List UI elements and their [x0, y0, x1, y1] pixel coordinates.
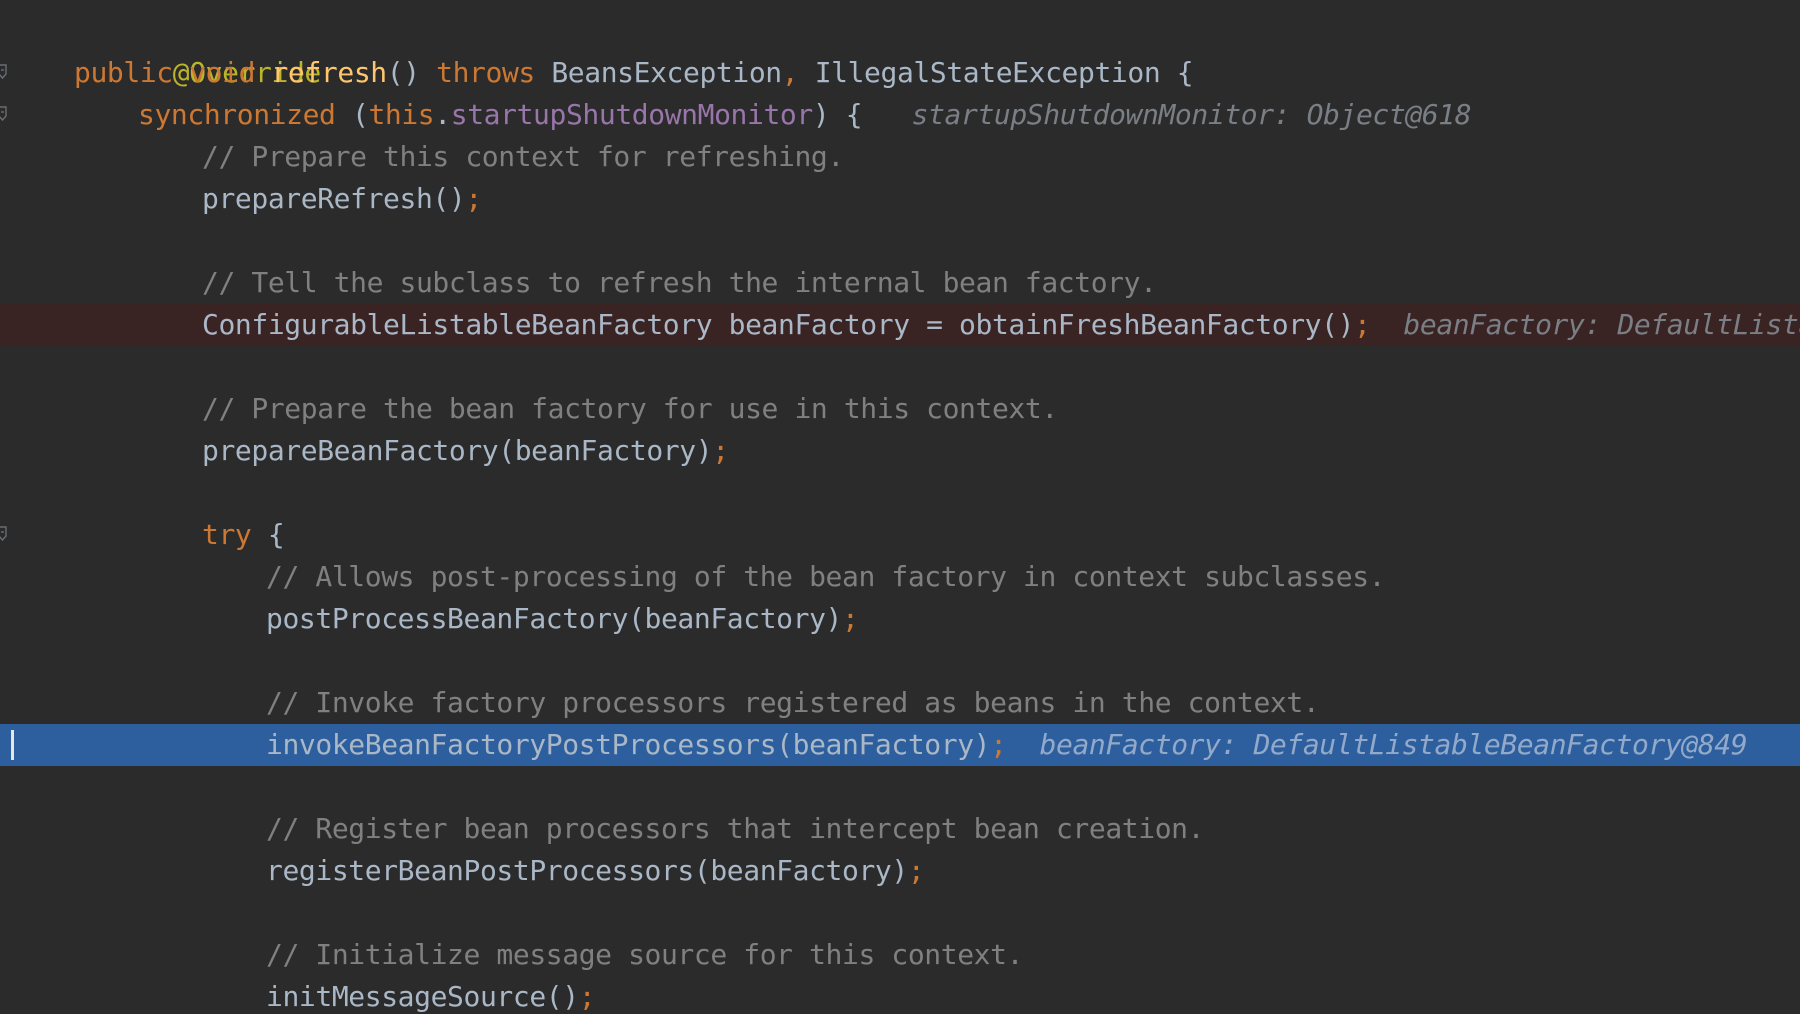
code-line-empty[interactable] [0, 766, 1800, 808]
semicolon: ; [465, 182, 482, 215]
debug-inline-value[interactable]: beanFactory: DefaultListableBeanFactory@… [1040, 728, 1748, 761]
code-line-execution-point[interactable]: invokeBeanFactoryPostProcessors(beanFact… [0, 724, 1800, 766]
code-line[interactable]: postProcessBeanFactory(beanFactory); [0, 598, 1800, 640]
semicolon: ; [907, 854, 925, 887]
code-line-empty[interactable] [0, 640, 1800, 682]
keyword-token: void [189, 56, 256, 89]
comment: // Initialize message source for this co… [266, 938, 1024, 971]
fold-icon[interactable] [0, 106, 8, 122]
field-token[interactable]: startupShutdownMonitor [451, 98, 813, 131]
brace: { [1176, 56, 1194, 89]
semicolon: ; [712, 434, 729, 467]
keyword-token: this [368, 98, 435, 131]
code-line[interactable]: // Initialize message source for this co… [0, 934, 1800, 976]
semicolon: ; [578, 980, 596, 1013]
semicolon: ; [1354, 308, 1371, 341]
dot: . [434, 98, 451, 131]
semicolon: ; [990, 728, 1007, 761]
code-line[interactable]: synchronized (this.startupShutdownMonito… [0, 94, 1800, 136]
keyword-token: throws [436, 56, 535, 89]
method-name[interactable]: refresh [272, 56, 388, 89]
code-line-breakpoint[interactable]: ConfigurableListableBeanFactory beanFact… [0, 304, 1800, 346]
method-call[interactable]: registerBeanPostProcessors(beanFactory) [266, 854, 908, 887]
code-line[interactable]: // Allows post-processing of the bean fa… [0, 556, 1800, 598]
code-line-empty[interactable] [0, 892, 1800, 934]
parenthesis: ) [812, 98, 830, 131]
brace: { [267, 518, 285, 551]
code-line[interactable]: prepareRefresh(); [0, 178, 1800, 220]
comment: // Invoke factory processors registered … [266, 686, 1320, 719]
code-line[interactable]: public void refresh() throws BeansExcept… [0, 52, 1800, 94]
method-call[interactable]: invokeBeanFactoryPostProcessors(beanFact… [266, 728, 991, 761]
code-line[interactable]: initMessageSource(); [0, 976, 1800, 1014]
comment: // Prepare the bean factory for use in t… [202, 392, 1058, 425]
code-line-empty[interactable] [0, 220, 1800, 262]
code-line[interactable]: // Prepare the bean factory for use in t… [0, 388, 1800, 430]
semicolon: ; [842, 602, 859, 635]
code-line[interactable]: try { [0, 514, 1800, 556]
text-caret [11, 730, 14, 760]
keyword-token: public [74, 56, 173, 89]
code-line[interactable]: // Register bean processors that interce… [0, 808, 1800, 850]
comment: // Allows post-processing of the bean fa… [266, 560, 1386, 593]
debug-inline-value[interactable]: beanFactory: DefaultListableBeanFactory@… [1403, 308, 1800, 341]
statement[interactable]: ConfigurableListableBeanFactory beanFact… [202, 308, 1354, 341]
brace: { [845, 98, 863, 131]
keyword-token: try [202, 518, 252, 551]
exception-type[interactable]: IllegalStateException [815, 56, 1161, 89]
code-line-empty[interactable] [0, 346, 1800, 388]
code-line[interactable]: // Prepare this context for refreshing. [0, 136, 1800, 178]
code-editor[interactable]: @Override public void refresh() throws B… [0, 0, 1800, 1014]
fold-icon[interactable] [0, 64, 8, 80]
debug-inline-value[interactable]: startupShutdownMonitor: Object@618 [912, 98, 1472, 131]
comment: // Tell the subclass to refresh the inte… [202, 266, 1157, 299]
method-call[interactable]: postProcessBeanFactory(beanFactory) [266, 602, 842, 635]
comment: // Register bean processors that interce… [266, 812, 1205, 845]
method-call[interactable]: initMessageSource() [266, 980, 579, 1013]
code-line[interactable]: // Tell the subclass to refresh the inte… [0, 262, 1800, 304]
fold-icon[interactable] [0, 526, 8, 542]
code-line-empty[interactable] [0, 472, 1800, 514]
code-line[interactable]: // Invoke factory processors registered … [0, 682, 1800, 724]
code-line[interactable]: @Override [0, 10, 1800, 89]
method-call[interactable]: prepareBeanFactory(beanFactory) [202, 434, 713, 467]
code-line[interactable]: registerBeanPostProcessors(beanFactory); [0, 850, 1800, 892]
parentheses: () [386, 56, 420, 89]
comment: // Prepare this context for refreshing. [202, 140, 844, 173]
comma: , [781, 56, 799, 89]
exception-type[interactable]: BeansException [551, 56, 782, 89]
parenthesis: ( [351, 98, 369, 131]
keyword-token: synchronized [138, 98, 336, 131]
code-line[interactable]: prepareBeanFactory(beanFactory); [0, 430, 1800, 472]
method-call[interactable]: prepareRefresh() [202, 182, 466, 215]
